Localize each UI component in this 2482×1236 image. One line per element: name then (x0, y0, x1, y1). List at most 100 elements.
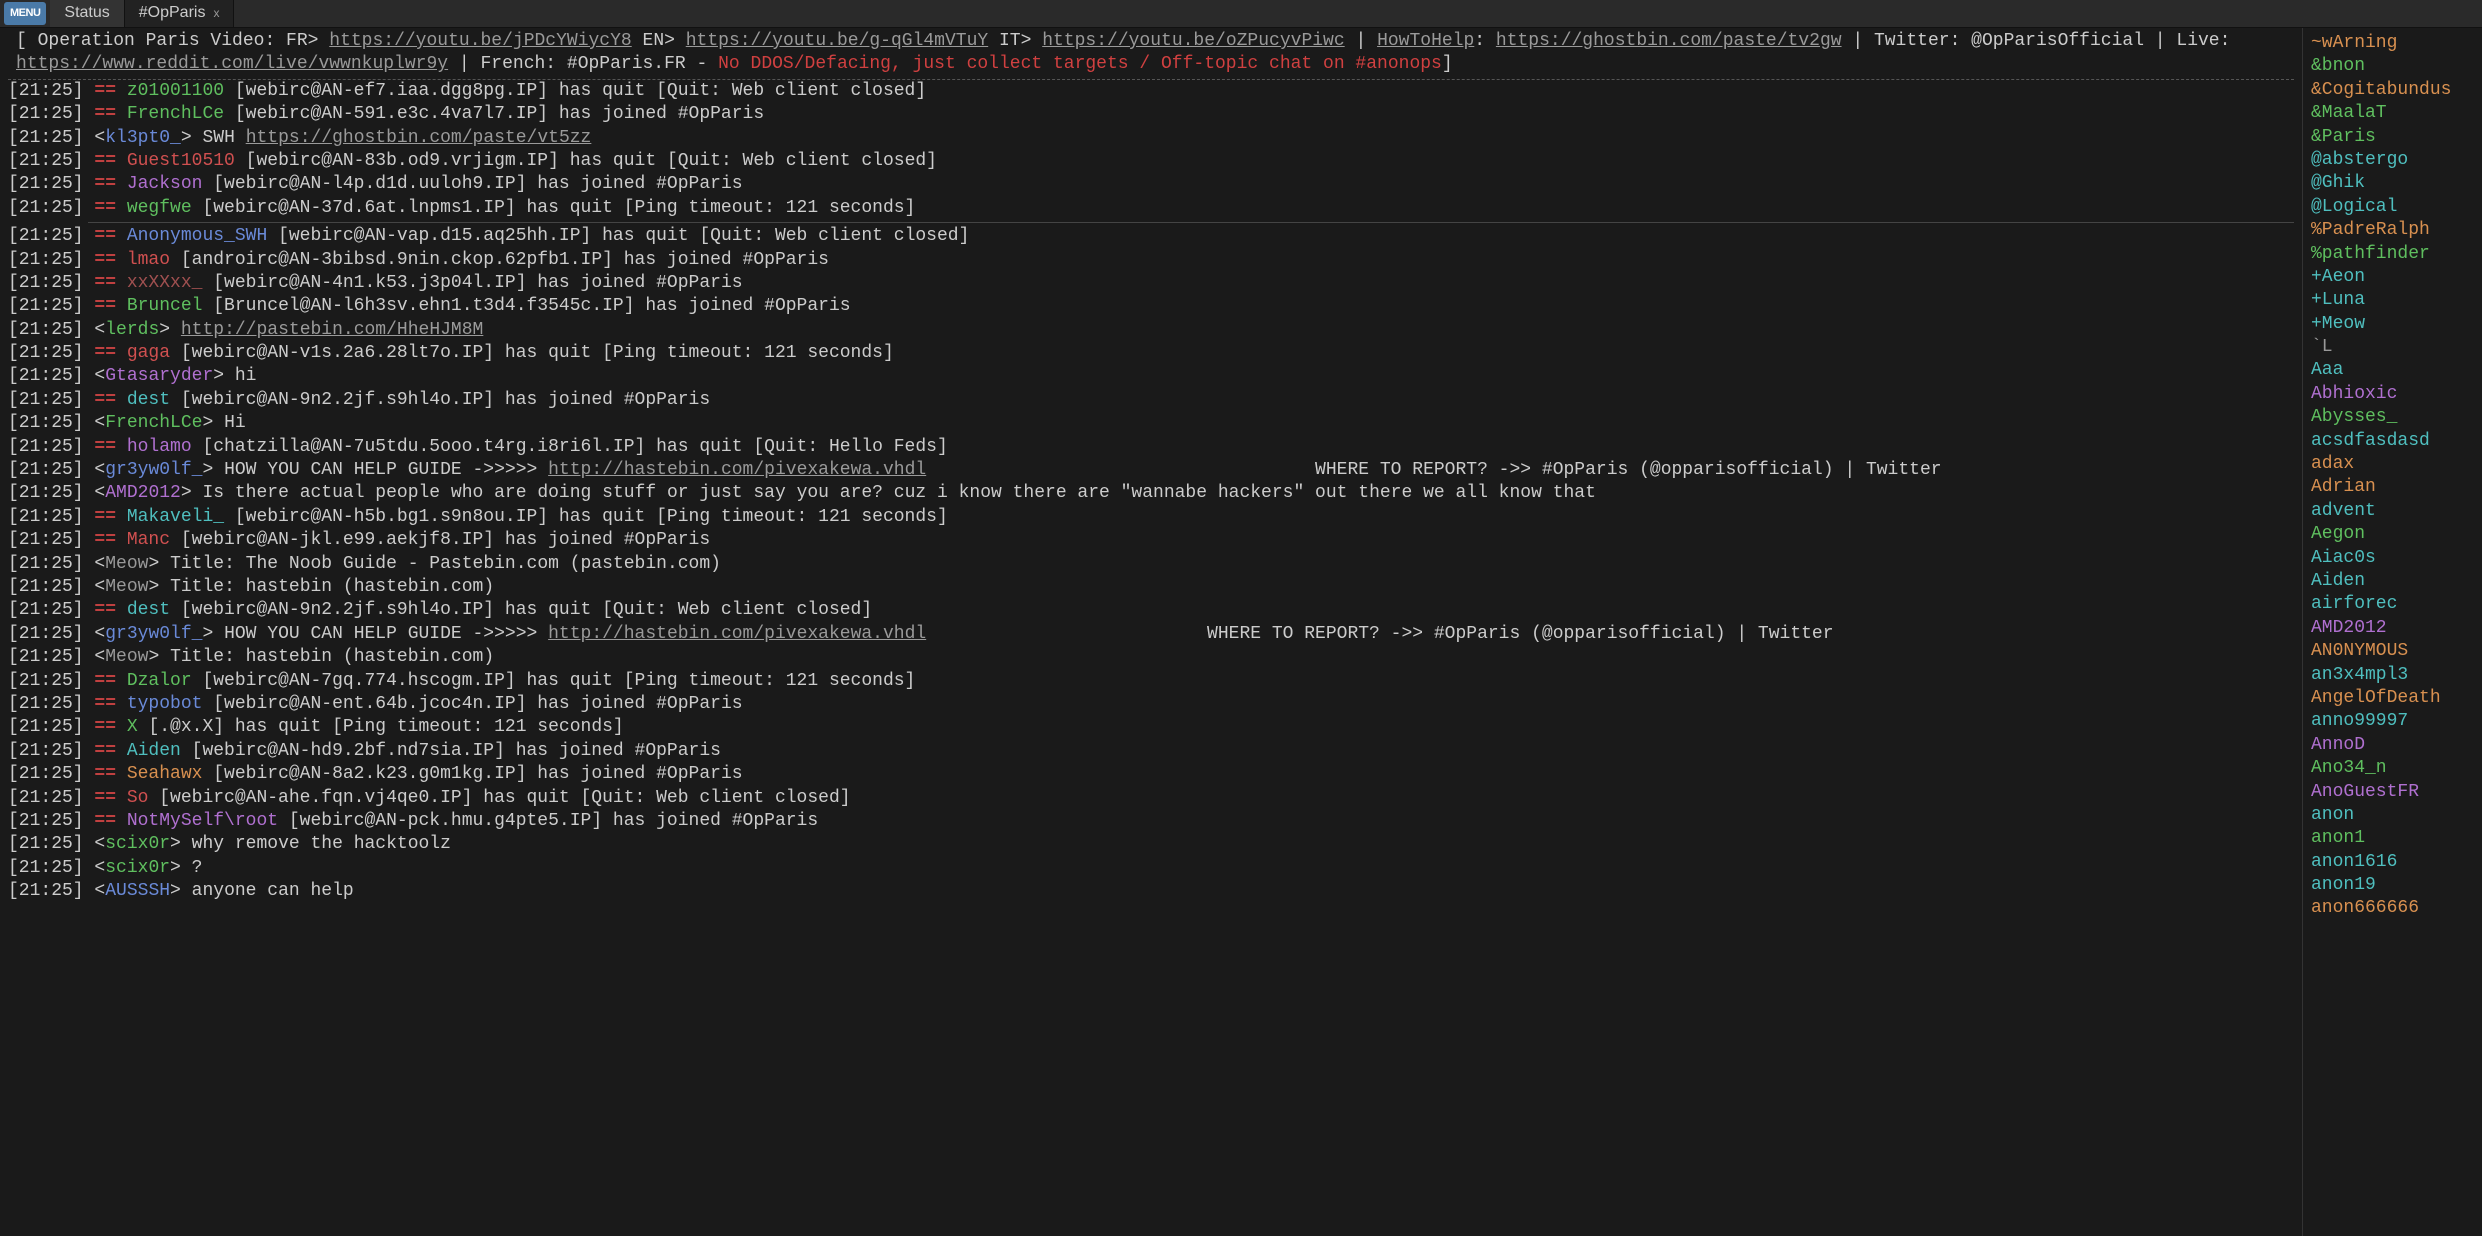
nick-list-item[interactable]: +Luna (2311, 289, 2474, 312)
chat-line: [21:25] <AMD2012> Is there actual people… (8, 482, 2294, 505)
nick-list-item[interactable]: @Logical (2311, 196, 2474, 219)
nick-list-item[interactable]: &bnon (2311, 55, 2474, 78)
tab-status[interactable]: Status (50, 0, 124, 27)
nick[interactable]: scix0r (105, 858, 170, 878)
nick[interactable]: Seahawx (127, 764, 203, 784)
nick-list-item[interactable]: anon1 (2311, 827, 2474, 850)
nick[interactable]: FrenchLCe (105, 413, 202, 433)
message-link[interactable]: http://hastebin.com/pivexakewa.vhdl (548, 460, 926, 480)
nick-list-item[interactable]: anno99997 (2311, 710, 2474, 733)
nick-list-item[interactable]: Aiden (2311, 570, 2474, 593)
nick-list-item[interactable]: AngelOfDeath (2311, 687, 2474, 710)
system-marker: == (94, 296, 126, 316)
nick-list-item[interactable]: advent (2311, 500, 2474, 523)
nick[interactable]: Aiden (127, 741, 181, 761)
nick-list-item[interactable]: `L (2311, 336, 2474, 359)
nick[interactable]: Meow (105, 577, 148, 597)
nick[interactable]: holamo (127, 437, 192, 457)
nick[interactable]: scix0r (105, 834, 170, 854)
nick[interactable]: Anonymous_SWH (127, 226, 267, 246)
chat-line: [21:25] == Seahawx [webirc@AN-8a2.k23.g0… (8, 763, 2294, 786)
topic-link-reddit[interactable]: https://www.reddit.com/live/vwwnkuplwr9y (16, 54, 448, 74)
nick-list-item[interactable]: +Meow (2311, 313, 2474, 336)
nick[interactable]: Manc (127, 530, 170, 550)
nick-list-item[interactable]: anon666666 (2311, 897, 2474, 920)
topic-link-en[interactable]: https://youtu.be/g-qGl4mVTuY (686, 31, 988, 51)
nick[interactable]: Guest10510 (127, 151, 235, 171)
nick[interactable]: Dzalor (127, 671, 192, 691)
message-link[interactable]: http://pastebin.com/HheHJM8M (181, 320, 483, 340)
nick-list-item[interactable]: &MaalaT (2311, 102, 2474, 125)
message-link[interactable]: https://ghostbin.com/paste/vt5zz (246, 128, 592, 148)
chat-line: [21:25] <scix0r> ? (8, 857, 2294, 880)
chat-line: [21:25] == xxXXxx_ [webirc@AN-4n1.k53.j3… (8, 272, 2294, 295)
nick-list-item[interactable]: AMD2012 (2311, 617, 2474, 640)
nick-list-item[interactable]: &Paris (2311, 126, 2474, 149)
nick-list-item[interactable]: Ano34_n (2311, 757, 2474, 780)
nick[interactable]: So (127, 788, 149, 808)
topic-link-it[interactable]: https://youtu.be/oZPucyvPiwc (1042, 31, 1344, 51)
nick-list-item[interactable]: Abhioxic (2311, 383, 2474, 406)
message-link[interactable]: http://hastebin.com/pivexakewa.vhdl (548, 624, 926, 644)
nick[interactable]: typobot (127, 694, 203, 714)
nick-list-item[interactable]: Adrian (2311, 476, 2474, 499)
nick-list-item[interactable]: anon19 (2311, 874, 2474, 897)
nick-list-item[interactable]: anon1616 (2311, 851, 2474, 874)
timestamp: [21:25] (8, 128, 94, 148)
nick-list-item[interactable]: %PadreRalph (2311, 219, 2474, 242)
nick[interactable]: FrenchLCe (127, 104, 224, 124)
nick[interactable]: dest (127, 390, 170, 410)
nick-list-item[interactable]: +Aeon (2311, 266, 2474, 289)
nick[interactable]: z01001100 (127, 81, 224, 101)
nick-list-item[interactable]: anon (2311, 804, 2474, 827)
nick[interactable]: kl3pt0_ (105, 128, 181, 148)
system-marker: == (94, 741, 126, 761)
topic-link-ghostbin[interactable]: https://ghostbin.com/paste/tv2gw (1496, 31, 1842, 51)
nick-list-item[interactable]: Aiac0s (2311, 547, 2474, 570)
nick-list-item[interactable]: Abysses_ (2311, 406, 2474, 429)
close-icon[interactable]: x (213, 6, 219, 22)
nick[interactable]: X (127, 717, 138, 737)
topic-link-help[interactable]: HowToHelp (1377, 31, 1474, 51)
nick[interactable]: Meow (105, 647, 148, 667)
nick-list-item[interactable]: Aegon (2311, 523, 2474, 546)
nick-list-item[interactable]: Aaa (2311, 359, 2474, 382)
timestamp: [21:25] (8, 296, 94, 316)
nick[interactable]: gr3yw0lf_ (105, 624, 202, 644)
nick-list-item[interactable]: an3x4mpl3 (2311, 664, 2474, 687)
nick[interactable]: gr3yw0lf_ (105, 460, 202, 480)
topic-link-fr[interactable]: https://youtu.be/jPDcYWiycY8 (329, 31, 631, 51)
nick[interactable]: NotMySelf\root (127, 811, 278, 831)
nick-list-item[interactable]: adax (2311, 453, 2474, 476)
nick-list-item[interactable]: AnoGuestFR (2311, 781, 2474, 804)
nick[interactable]: Makaveli_ (127, 507, 224, 527)
nick-list-item[interactable]: &Cogitabundus (2311, 79, 2474, 102)
nick[interactable]: AMD2012 (105, 483, 181, 503)
tab-channel-label: #OpParis (139, 3, 206, 24)
timestamp: [21:25] (8, 460, 94, 480)
nick[interactable]: AUSSSH (105, 881, 170, 901)
nick[interactable]: dest (127, 600, 170, 620)
timestamp: [21:25] (8, 694, 94, 714)
tab-channel[interactable]: #OpParis x (125, 0, 235, 27)
nick-list-item[interactable]: %pathfinder (2311, 243, 2474, 266)
nick-list-item[interactable]: ~wArning (2311, 32, 2474, 55)
nick-list-item[interactable]: @Ghik (2311, 172, 2474, 195)
nick[interactable]: gaga (127, 343, 170, 363)
nick[interactable]: wegfwe (127, 198, 192, 218)
nick-list-item[interactable]: AnnoD (2311, 734, 2474, 757)
nick-list-item[interactable]: AN0NYMOUS (2311, 640, 2474, 663)
menu-icon[interactable]: MENU (4, 2, 46, 25)
nick[interactable]: lerds (105, 320, 159, 340)
nick-list-item[interactable]: @abstergo (2311, 149, 2474, 172)
message-text: HOW YOU CAN HELP GUIDE ->>>>> (213, 460, 548, 480)
nick-list[interactable]: ~wArning&bnon&Cogitabundus&MaalaT&Paris@… (2302, 28, 2482, 1236)
nick[interactable]: Jackson (127, 174, 203, 194)
nick-list-item[interactable]: airforec (2311, 593, 2474, 616)
nick[interactable]: Meow (105, 554, 148, 574)
nick[interactable]: Bruncel (127, 296, 203, 316)
nick[interactable]: Gtasaryder (105, 366, 213, 386)
nick[interactable]: xxXXxx_ (127, 273, 203, 293)
nick-list-item[interactable]: acsdfasdasd (2311, 430, 2474, 453)
nick[interactable]: lmao (127, 250, 170, 270)
